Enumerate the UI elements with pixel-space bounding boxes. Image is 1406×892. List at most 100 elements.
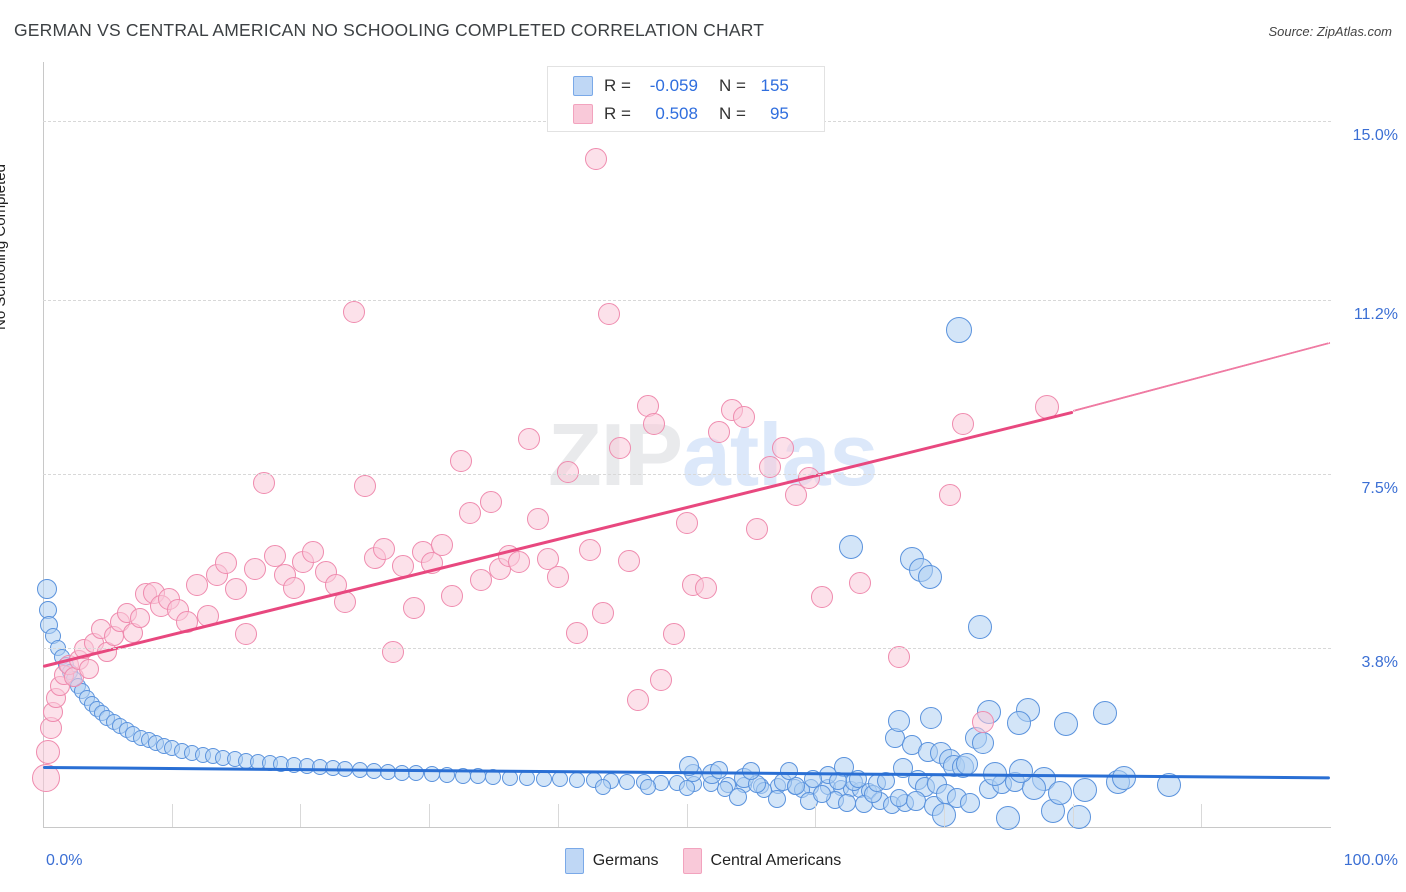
r-value-central-americans: 0.508 <box>655 104 698 123</box>
legend-label-central-americans: Central Americans <box>710 852 842 869</box>
trendline-extrapolated <box>1072 342 1331 413</box>
scatter-point <box>594 778 611 795</box>
scatter-point <box>235 622 258 645</box>
central-americans-legend-swatch-icon <box>682 848 702 874</box>
scatter-point <box>707 420 730 443</box>
scatter-point <box>608 437 631 460</box>
x-axis-tick-mark <box>1201 804 1203 827</box>
scatter-point <box>920 706 943 729</box>
scatter-point <box>946 317 973 344</box>
y-axis-tick-label: 11.2% <box>1353 305 1398 323</box>
gridline <box>43 299 1331 301</box>
scatter-point <box>678 780 695 797</box>
x-axis-tick-mark <box>429 804 431 827</box>
scatter-point <box>649 669 672 692</box>
scatter-point <box>675 512 698 535</box>
scatter-point <box>1073 778 1098 803</box>
gridline <box>43 648 1331 650</box>
scatter-point <box>459 501 482 524</box>
scatter-point <box>1006 711 1031 736</box>
scatter-point <box>598 302 621 325</box>
scatter-point <box>557 460 580 483</box>
scatter-point <box>402 597 425 620</box>
scatter-point <box>508 551 531 574</box>
scatter-point <box>694 576 717 599</box>
source-label: Source: ZipAtlas.com <box>1268 24 1392 39</box>
scatter-point <box>1047 781 1072 806</box>
scatter-point <box>253 472 276 495</box>
scatter-point <box>430 533 453 556</box>
x-axis-tick-mark <box>815 804 817 827</box>
scatter-point <box>772 437 795 460</box>
scatter-point <box>518 427 541 450</box>
scatter-point <box>967 614 992 639</box>
scatter-point <box>527 507 550 530</box>
scatter-point <box>469 568 492 591</box>
scatter-point <box>479 491 502 514</box>
scatter-point <box>887 710 910 733</box>
scatter-point <box>36 579 57 600</box>
n-value-germans: 155 <box>760 76 789 95</box>
scatter-point <box>741 761 760 780</box>
scatter-point <box>373 538 396 561</box>
scatter-point <box>302 540 325 563</box>
scatter-point <box>1092 701 1117 726</box>
scatter-point <box>838 794 857 813</box>
scatter-point <box>812 785 831 804</box>
scatter-point <box>619 773 636 790</box>
n-label-germans: N = <box>718 76 746 95</box>
scatter-point <box>441 585 464 608</box>
scatter-point <box>408 765 425 782</box>
scatter-point <box>639 779 656 796</box>
scatter-point <box>971 732 994 755</box>
scatter-point <box>569 771 586 788</box>
scatter-point <box>566 622 589 645</box>
y-axis-tick-label: 15.0% <box>1352 126 1398 144</box>
scatter-point <box>617 550 640 572</box>
n-value-central-americans: 95 <box>769 104 789 123</box>
scatter-point <box>214 552 237 575</box>
scatter-point <box>952 413 975 436</box>
x-axis-tick-mark <box>686 804 688 827</box>
scatter-point <box>917 564 942 589</box>
legend-item-germans[interactable]: Germans <box>564 848 659 874</box>
r-value-germans: -0.059 <box>649 76 698 95</box>
scatter-point <box>662 622 685 645</box>
scatter-point <box>905 791 926 812</box>
scatter-point <box>546 566 569 589</box>
correlation-legend: R = -0.059 N = 155 R = 0.508 N = 95 <box>547 66 825 132</box>
scatter-point <box>1067 804 1092 829</box>
scatter-point <box>343 300 366 323</box>
r-label-germans: R = <box>604 76 631 95</box>
x-axis-tick-mark <box>300 804 302 827</box>
scatter-point <box>353 474 376 497</box>
scatter-point <box>849 572 872 595</box>
germans-swatch-icon <box>573 76 593 96</box>
germans-legend-swatch-icon <box>564 848 584 874</box>
scatter-point <box>36 739 61 764</box>
scatter-point <box>129 607 150 628</box>
legend-item-central-americans[interactable]: Central Americans <box>682 848 842 874</box>
scatter-point <box>746 518 769 541</box>
central-americans-swatch-icon <box>573 104 593 124</box>
scatter-point <box>244 558 267 581</box>
scatter-point <box>767 789 786 808</box>
x-axis-line <box>43 827 1331 828</box>
scatter-point <box>971 711 994 734</box>
scatter-point <box>1054 712 1079 737</box>
scatter-point <box>733 406 756 429</box>
scatter-point <box>709 760 728 779</box>
scatter-point <box>382 640 405 663</box>
legend-label-germans: Germans <box>592 852 659 869</box>
scatter-point <box>728 787 747 806</box>
plot-area <box>31 62 1331 830</box>
scatter-point <box>839 534 864 559</box>
x-axis-tick-mark <box>171 804 173 827</box>
x-axis-tick-mark <box>557 804 559 827</box>
scatter-point <box>578 539 601 562</box>
y-axis-title: No Schooling Completed <box>0 164 9 330</box>
correlation-row-germans: R = -0.059 N = 155 <box>548 72 824 100</box>
correlation-row-central-americans: R = 0.508 N = 95 <box>548 100 824 128</box>
scatter-point <box>959 792 980 813</box>
scatter-point <box>939 484 962 507</box>
